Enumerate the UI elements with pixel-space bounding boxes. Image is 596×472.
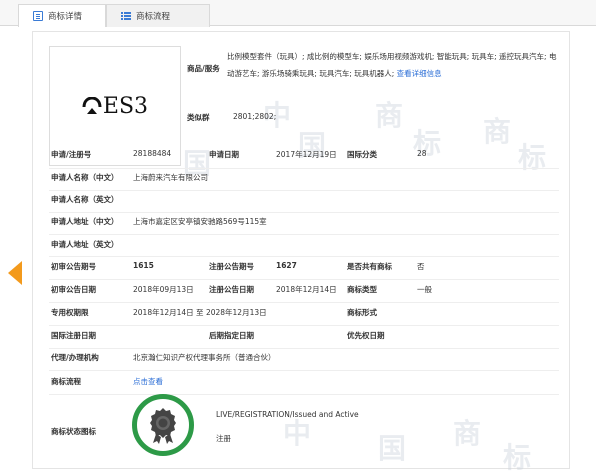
divider [49, 348, 559, 349]
status-en: LIVE/REGISTRATION/Issued and Active [216, 410, 359, 419]
address-cn-label: 申请人地址（中文） [51, 217, 119, 226]
status-icon-label: 商标状态图标 [51, 427, 96, 436]
divider [49, 325, 559, 326]
divider [49, 256, 559, 257]
watermark: 商 [453, 417, 482, 450]
shared-tm-value: 否 [417, 262, 425, 271]
detail-icon [33, 11, 43, 21]
app-date-value: 2017年12月19日 [276, 150, 337, 159]
intl-reg-date-label: 国际注册日期 [51, 331, 96, 340]
reg-pub-date-label: 注册公告日期 [209, 285, 254, 294]
watermark: 商 [483, 115, 512, 148]
process-view-link[interactable]: 点击查看 [133, 376, 163, 387]
intl-class-label: 国际分类 [347, 150, 377, 159]
trademark-image: ES3 [49, 46, 181, 166]
intl-class-value: 28 [417, 149, 427, 158]
status-badge [132, 394, 194, 456]
tm-type-value: 一般 [417, 285, 432, 294]
prelim-pub-no-label: 初审公告期号 [51, 262, 96, 271]
divider [49, 394, 559, 395]
goods-list: 比例模型套件（玩具）; 成比例的模型车; 娱乐场用视频游戏机; 智能玩具; 玩具… [227, 48, 557, 82]
priority-date-label: 优先权日期 [347, 331, 385, 340]
reg-pub-date-value: 2018年12月14日 [276, 285, 337, 294]
divider [49, 370, 559, 371]
agent-label: 代理/办理机构 [51, 353, 99, 362]
applicant-cn-value: 上海蔚来汽车有限公司 [133, 173, 208, 182]
divider [49, 168, 559, 169]
tm-form-label: 商标形式 [347, 308, 377, 317]
trademark-logo-text: ES3 [102, 93, 149, 119]
prelim-pub-no-value: 1615 [133, 261, 154, 270]
agent-value: 北京瀚仁知识产权代理事务所（普通合伙） [133, 353, 276, 362]
reg-pub-no-label: 注册公告期号 [209, 262, 254, 271]
tab-trademark-detail[interactable]: 商标详情 [18, 4, 106, 27]
reg-no-value: 28188484 [133, 149, 172, 158]
address-cn-value: 上海市嘉定区安亭镇安驰路569号115室 [133, 217, 267, 226]
status-cn: 注册 [216, 434, 231, 443]
list-icon [121, 11, 131, 21]
address-en-label: 申请人地址（英文） [51, 240, 119, 249]
divider [49, 279, 559, 280]
watermark: 标 [518, 141, 547, 174]
watermark: 商 [375, 99, 404, 132]
similar-group-value: 2801;2802; [233, 112, 277, 121]
prelim-pub-date-value: 2018年09月13日 [133, 285, 194, 294]
view-details-link[interactable]: 查看详细信息 [397, 69, 442, 78]
divider [49, 302, 559, 303]
tm-type-label: 商标类型 [347, 285, 377, 294]
trademark-detail-card: 中 国 中 国 商 标 商 标 国 商 标 中 ES3 商品/服务 比例模型套件… [32, 31, 570, 472]
tab-label: 商标流程 [136, 12, 171, 22]
reg-pub-no-value: 1627 [276, 261, 297, 270]
nio-logo-icon [82, 97, 102, 114]
watermark: 国 [378, 432, 407, 465]
divider [49, 234, 559, 235]
exclusive-period-value: 2018年12月14日 至 2028年12月13日 [133, 308, 267, 317]
prelim-pub-date-label: 初审公告日期 [51, 285, 96, 294]
process-label: 商标流程 [51, 377, 81, 386]
shared-tm-label: 是否共有商标 [347, 262, 392, 271]
exclusive-period-label: 专用权期限 [51, 308, 89, 317]
divider [49, 212, 559, 213]
tab-trademark-process[interactable]: 商标流程 [106, 4, 210, 27]
applicant-cn-label: 申请人名称（中文） [51, 173, 119, 182]
reg-no-label: 申请/注册号 [51, 150, 92, 159]
award-ribbon-icon [150, 408, 176, 444]
previous-arrow-icon[interactable] [8, 261, 22, 285]
app-date-label: 申请日期 [209, 150, 239, 159]
tab-label: 商标详情 [48, 12, 83, 22]
goods-label: 商品/服务 [187, 64, 220, 73]
watermark: 标 [503, 441, 532, 472]
later-date-label: 后期指定日期 [209, 331, 254, 340]
tab-bar: 商标详情 商标流程 [0, 0, 596, 27]
goods-text: 比例模型套件（玩具）; 成比例的模型车; 娱乐场用视频游戏机; 智能玩具; 玩具… [227, 52, 557, 78]
applicant-en-label: 申请人名称（英文） [51, 195, 119, 204]
divider [49, 190, 559, 191]
similar-group-label: 类似群 [187, 113, 210, 122]
